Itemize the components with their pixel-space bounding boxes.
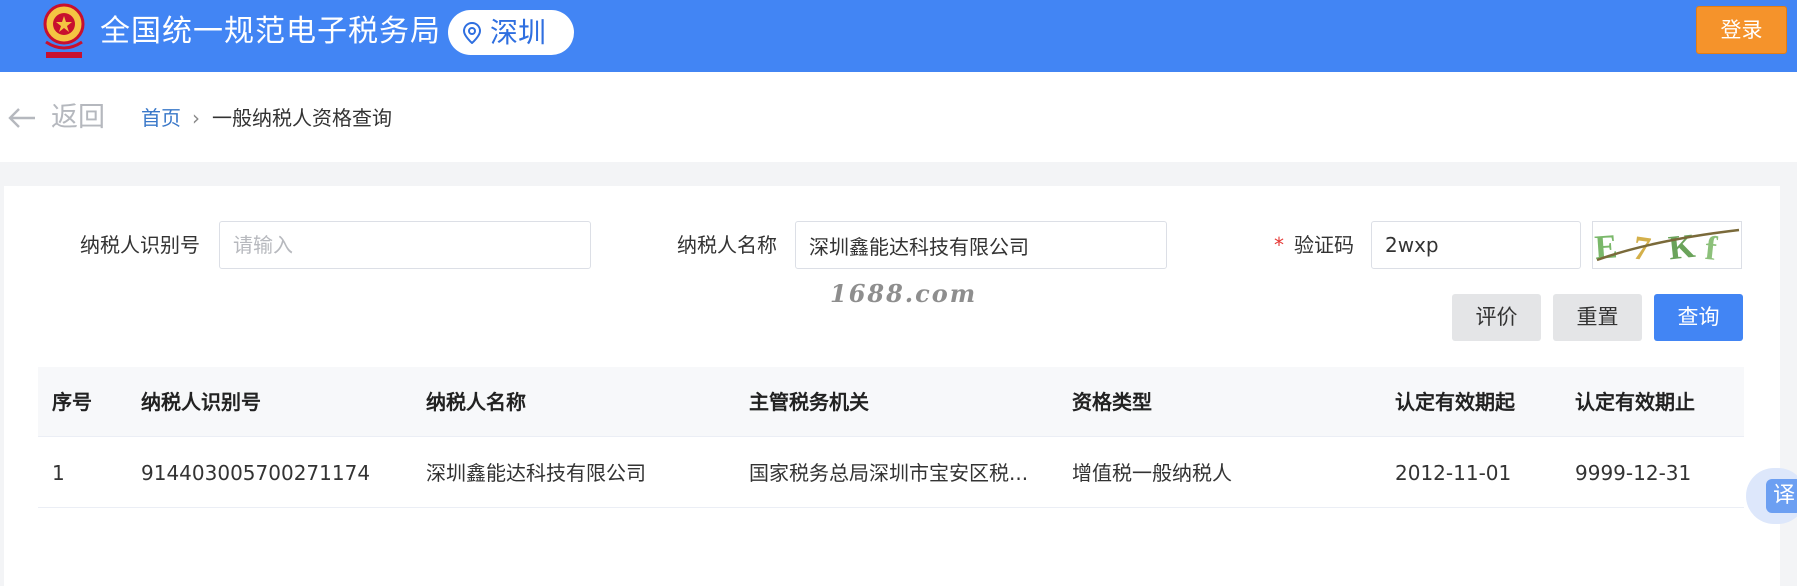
city-selector[interactable]: 深圳 xyxy=(448,10,574,55)
top-header: 全国统一规范电子税务局 深圳 登录 xyxy=(0,0,1797,72)
table-cell: 增值税一般纳税人 xyxy=(1072,461,1232,485)
column-header: 主管税务机关 xyxy=(749,390,869,414)
translate-float-button[interactable]: 译 xyxy=(1746,468,1797,524)
captcha-chars: E 7 K f xyxy=(1593,228,1719,269)
required-mark: * xyxy=(1274,233,1284,257)
table-cell: 深圳鑫能达科技有限公司 xyxy=(426,461,646,485)
column-header: 认定有效期起 xyxy=(1395,390,1515,414)
table-header-row: 序号 纳税人识别号 纳税人名称 主管税务机关 资格类型 认定有效期起 认定有效期… xyxy=(38,367,1744,437)
column-header: 资格类型 xyxy=(1072,390,1152,414)
table-cell: 国家税务总局深圳市宝安区税... xyxy=(749,461,1029,485)
column-header: 纳税人识别号 xyxy=(141,390,261,414)
taxpayer-name-label: 纳税人名称 xyxy=(677,233,777,257)
captcha-image[interactable]: E 7 K f xyxy=(1592,221,1742,269)
taxpayer-id-input[interactable] xyxy=(219,221,591,269)
captcha-char-1: E xyxy=(1593,228,1618,266)
captcha-label-wrap: * 验证码 xyxy=(1274,230,1354,260)
table-cell: 2012-11-01 xyxy=(1395,461,1512,485)
breadcrumb-home-link[interactable]: 首页 xyxy=(141,103,181,133)
query-button[interactable]: 查询 xyxy=(1654,294,1743,341)
captcha-graphic: E 7 K f xyxy=(1593,228,1740,269)
table-row: 1 914403005700271174 深圳鑫能达科技有限公司 国家税务总局深… xyxy=(38,437,1744,508)
table-cell: 914403005700271174 xyxy=(141,461,371,485)
breadcrumb: 返回 首页 › 一般纳税人资格查询 xyxy=(0,72,1797,162)
login-button[interactable]: 登录 xyxy=(1696,6,1787,54)
back-label: 返回 xyxy=(51,102,105,133)
table-cell: 1 xyxy=(52,461,65,485)
breadcrumb-current: 一般纳税人资格查询 xyxy=(212,106,392,130)
breadcrumb-separator: › xyxy=(192,106,200,130)
captcha-input[interactable] xyxy=(1371,221,1581,269)
evaluate-button[interactable]: 评价 xyxy=(1452,294,1541,341)
reset-button[interactable]: 重置 xyxy=(1553,294,1642,341)
location-pin-icon xyxy=(462,22,482,44)
site-title: 全国统一规范电子税务局 xyxy=(100,14,441,49)
captcha-char-3: K xyxy=(1667,228,1698,268)
captcha-label: 验证码 xyxy=(1294,233,1354,257)
translate-icon: 译 xyxy=(1766,479,1797,513)
column-header: 认定有效期止 xyxy=(1575,390,1695,414)
taxpayer-name-input[interactable] xyxy=(795,221,1167,269)
column-header: 序号 xyxy=(52,390,92,414)
watermark: 1688.com xyxy=(830,279,978,308)
city-name: 深圳 xyxy=(490,16,547,49)
tax-emblem-icon xyxy=(43,3,85,58)
arrow-left-icon xyxy=(8,108,35,128)
table-cell: 9999-12-31 xyxy=(1575,461,1692,485)
taxpayer-id-label: 纳税人识别号 xyxy=(80,233,200,257)
column-header: 纳税人名称 xyxy=(426,390,526,414)
